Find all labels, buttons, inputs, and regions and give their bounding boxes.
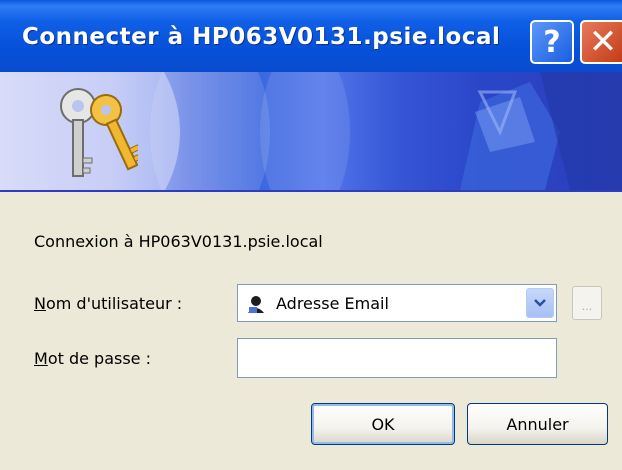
close-icon: ✕ xyxy=(588,22,618,62)
password-field[interactable] xyxy=(237,338,557,378)
chevron-down-icon xyxy=(534,299,546,307)
login-dialog: Connecter à HP063V0131.psie.local ? ✕ Co… xyxy=(0,0,622,470)
browse-label: ... xyxy=(581,300,593,313)
ok-button-label: OK xyxy=(371,414,395,434)
cancel-button[interactable]: Annuler xyxy=(467,403,608,445)
close-button[interactable]: ✕ xyxy=(580,20,622,64)
title-bar[interactable]: Connecter à HP063V0131.psie.local ? ✕ xyxy=(0,0,622,72)
username-value: Adresse Email xyxy=(276,294,389,313)
help-button[interactable]: ? xyxy=(530,20,574,64)
user-icon xyxy=(248,296,264,313)
browse-credentials-button[interactable]: ... xyxy=(572,286,602,320)
connection-message: Connexion à HP063V0131.psie.local xyxy=(34,232,323,251)
window-title: Connecter à HP063V0131.psie.local xyxy=(22,24,501,50)
ok-button[interactable]: OK xyxy=(311,403,455,445)
username-combobox[interactable]: Adresse Email xyxy=(237,284,557,322)
username-label: Nom d'utilisateur : xyxy=(34,294,183,313)
help-icon: ? xyxy=(543,24,561,60)
password-label: Mot de passe : xyxy=(34,349,151,368)
keys-icon xyxy=(60,88,138,177)
header-banner xyxy=(0,72,622,190)
banner-art xyxy=(460,72,622,190)
username-dropdown-button[interactable] xyxy=(526,288,554,318)
cancel-button-label: Annuler xyxy=(506,414,569,434)
